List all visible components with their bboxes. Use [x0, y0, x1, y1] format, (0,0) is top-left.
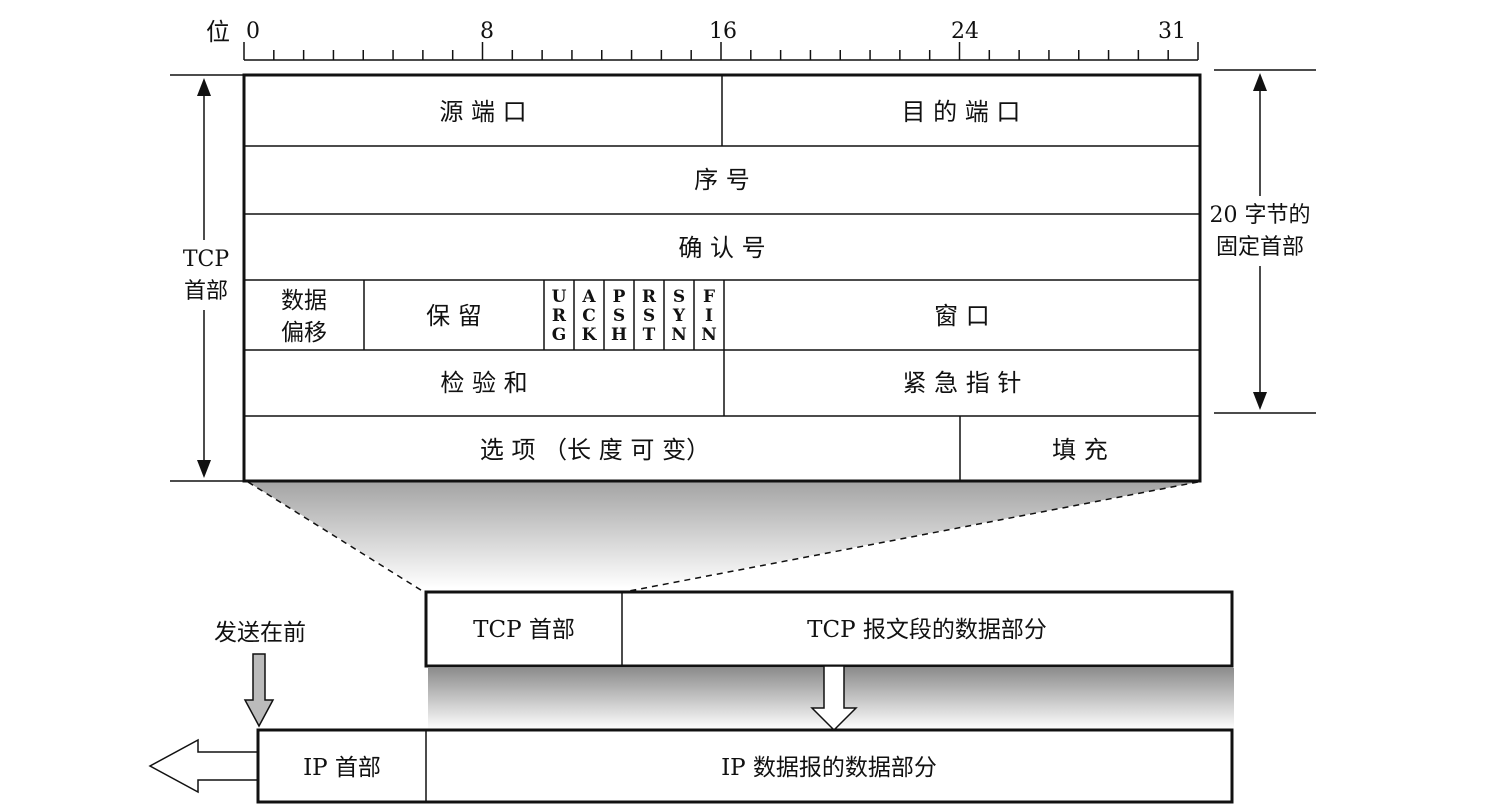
- ruler-label-24: 24: [951, 19, 979, 44]
- arrow-down-icon: [1253, 392, 1267, 410]
- send-first-label: 发送在前: [214, 620, 306, 646]
- flag-letter: S: [643, 306, 655, 326]
- tcp-header-label-line2: 首部: [184, 279, 228, 304]
- flag-letter: K: [582, 325, 598, 345]
- flag-letter: R: [642, 287, 657, 307]
- ip-datagram-header-label: IP 首部: [303, 755, 381, 781]
- ip-datagram-data-label: IP 数据报的数据部分: [721, 755, 937, 781]
- flag-letter: U: [552, 287, 567, 307]
- fixed-header-label-line2: 固定首部: [1216, 235, 1304, 260]
- ruler-unit-label: 位: [206, 18, 230, 46]
- field-urgent-pointer: 紧 急 指 针: [903, 369, 1022, 397]
- send-first-arrow-icon: [243, 653, 275, 728]
- flag-letter: C: [582, 306, 596, 326]
- bit-ruler: 位 0 8 16 24 31: [206, 18, 1199, 61]
- tcp-header-label-line1: TCP: [183, 247, 230, 272]
- projection-shade: [248, 482, 1198, 588]
- field-data-offset-line1: 数据: [281, 288, 327, 314]
- flag-letter: A: [581, 287, 596, 307]
- tcp-segment-header-label: TCP 首部: [473, 617, 575, 643]
- ruler-ticks: [243, 42, 1199, 60]
- fixed-header-label-line1: 20 字节的: [1210, 203, 1311, 228]
- arrow-down-icon: [197, 460, 211, 478]
- ruler-label-31: 31: [1158, 19, 1186, 44]
- ruler-label-16: 16: [709, 19, 737, 44]
- tcp-header-diagram: 位 0 8 16 24 31 源 端 口 目 的 端 口 序 号 确 认 号 数…: [148, 18, 1316, 804]
- flag-letter: R: [552, 306, 567, 326]
- flag-letter: S: [613, 306, 625, 326]
- flag-letter: G: [552, 325, 567, 345]
- flag-letter: S: [673, 287, 685, 307]
- arrow-up-icon: [197, 78, 211, 96]
- fixed-header-span-indicator: 20 字节的 固定首部: [1206, 69, 1316, 414]
- flag-letter: T: [643, 325, 656, 345]
- flag-letter: I: [705, 306, 713, 326]
- field-window: 窗 口: [934, 302, 990, 330]
- tcp-segment: TCP 首部 TCP 报文段的数据部分: [424, 590, 1234, 668]
- flag-letter: H: [611, 325, 627, 345]
- transmit-direction-arrow-icon: [148, 738, 259, 794]
- ruler-label-0: 0: [246, 19, 260, 44]
- flag-letter: Y: [672, 306, 686, 326]
- field-data-offset-line2: 偏移: [281, 320, 327, 346]
- field-destination-port: 目 的 端 口: [902, 98, 1021, 126]
- field-padding: 填 充: [1052, 436, 1108, 464]
- flag-letter: N: [701, 325, 717, 345]
- tcp-segment-data-label: TCP 报文段的数据部分: [807, 617, 1047, 643]
- field-options: 选 项 （长 度 可 变）: [480, 436, 710, 464]
- flag-letter: F: [703, 287, 715, 307]
- ip-datagram: IP 首部 IP 数据报的数据部分: [256, 728, 1234, 804]
- field-source-port: 源 端 口: [439, 98, 526, 126]
- tcp-header-table: 源 端 口 目 的 端 口 序 号 确 认 号 数据 偏移 保 留 URGACK…: [242, 73, 1202, 483]
- field-reserved: 保 留: [426, 302, 482, 330]
- ruler-label-8: 8: [480, 19, 494, 44]
- flag-letter: N: [671, 325, 687, 345]
- field-sequence-number: 序 号: [694, 166, 750, 194]
- field-ack-number: 确 认 号: [678, 234, 765, 262]
- field-checksum: 检 验 和: [440, 369, 527, 397]
- tcp-header-span-indicator: TCP 首部: [170, 74, 244, 482]
- arrow-up-icon: [1253, 73, 1267, 91]
- flag-letter: P: [613, 287, 626, 307]
